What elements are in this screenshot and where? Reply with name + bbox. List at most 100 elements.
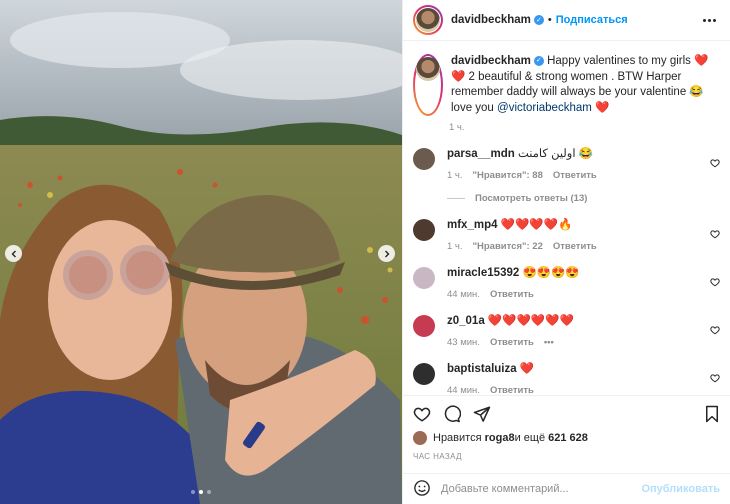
post-caption: davidbeckham ✓ Happy valentines to my gir… xyxy=(413,41,720,116)
post-actions-bar xyxy=(403,395,730,431)
comment-time[interactable]: 43 мин. xyxy=(447,337,480,348)
comment-like-button[interactable] xyxy=(710,324,720,338)
commenter-username[interactable]: parsa__mdn xyxy=(447,148,515,160)
comment-time[interactable]: 44 мин. xyxy=(447,289,480,300)
comments-list[interactable]: davidbeckham ✓ Happy valentines to my gir… xyxy=(403,41,730,395)
heart-icon xyxy=(710,159,720,168)
comment-time[interactable]: 1 ч. xyxy=(447,241,463,252)
post-side-panel: davidbeckham ✓ • Подписаться davidbeckha… xyxy=(402,0,730,504)
commenter-avatar[interactable] xyxy=(413,219,435,241)
comment-row: baptistaluiza ❤️ 44 мин. Ответить xyxy=(413,362,720,395)
separator-dot: • xyxy=(547,14,552,26)
comment-like-button[interactable] xyxy=(710,228,720,242)
carousel-dot xyxy=(207,490,211,494)
reply-button[interactable]: Ответить xyxy=(490,337,534,348)
reply-button[interactable]: Ответить xyxy=(553,170,597,181)
liker-avatar xyxy=(413,431,427,445)
carousel-next-button[interactable] xyxy=(378,245,395,262)
comment-text: ❤️ xyxy=(516,363,535,375)
heart-icon xyxy=(710,374,720,383)
comment-text: ❤️❤️❤️❤️🔥 xyxy=(497,219,573,231)
likes-summary: Нравится roga8 и ещё 621 628 xyxy=(413,431,720,445)
likes-user[interactable]: roga8 xyxy=(485,432,515,444)
comment-text: 😍😍😍😍 xyxy=(519,267,580,279)
publish-button[interactable]: Опубликовать xyxy=(641,483,720,495)
comment-bubble-icon xyxy=(444,404,461,422)
comment-row: miracle15392 😍😍😍😍 44 мин. Ответить xyxy=(413,266,720,300)
commenter-avatar[interactable] xyxy=(413,148,435,170)
more-dot-icon xyxy=(703,18,706,22)
post-photo[interactable] xyxy=(0,0,402,504)
photo-image xyxy=(0,0,402,504)
commenter-avatar[interactable] xyxy=(413,267,435,289)
comment-time[interactable]: 44 мин. xyxy=(447,385,480,395)
comment-like-button[interactable] xyxy=(710,157,720,171)
author-avatar[interactable] xyxy=(413,5,443,35)
replies-line xyxy=(447,198,465,199)
comment-likes[interactable]: "Нравится": 88 xyxy=(473,170,543,181)
posted-time: ЧАС НАЗАД xyxy=(413,452,462,461)
reply-button[interactable]: Ответить xyxy=(490,289,534,300)
heart-icon xyxy=(710,230,720,239)
caption-mention-link[interactable]: @victoriabeckham xyxy=(497,102,592,114)
comment-like-button[interactable] xyxy=(710,372,720,386)
comment-row: mfx_mp4 ❤️❤️❤️❤️🔥 1 ч. "Нравится": 22 Ответ… xyxy=(413,218,720,252)
likes-prefix: Нравится xyxy=(433,432,482,444)
commenter-username[interactable]: z0_01a xyxy=(447,315,485,327)
more-options-button[interactable] xyxy=(699,15,720,26)
caption-suffix: ❤️ xyxy=(591,101,610,114)
carousel-dot xyxy=(191,490,195,494)
comment-meta: 1 ч. "Нравится": 22 Ответить xyxy=(447,241,720,252)
add-comment-bar: Опубликовать xyxy=(403,473,730,504)
comment-button[interactable] xyxy=(443,404,461,423)
save-button[interactable] xyxy=(704,405,720,423)
more-dot-icon xyxy=(713,18,716,22)
commenter-username[interactable]: baptistaluiza xyxy=(447,363,517,375)
comment-text: اولین کامنت 😂 xyxy=(514,148,594,160)
likes-count[interactable]: 621 628 xyxy=(548,432,588,444)
likes-middle: и ещё xyxy=(514,432,546,444)
comment-meta: 44 мин. Ответить xyxy=(447,385,720,395)
comment-like-button[interactable] xyxy=(710,276,720,290)
comment-row: parsa__mdn اولین کامنت 😂 1 ч. "Нравится": … xyxy=(413,147,720,181)
comment-text: ❤️❤️❤️❤️❤️❤️ xyxy=(484,315,574,327)
commenter-avatar[interactable] xyxy=(413,363,435,385)
commenter-username[interactable]: miracle15392 xyxy=(447,267,519,279)
author-username[interactable]: davidbeckham xyxy=(451,14,531,26)
comment-more-button[interactable]: ••• xyxy=(544,337,554,348)
carousel-indicator xyxy=(0,490,402,494)
view-replies-button[interactable]: Посмотреть ответы (13) xyxy=(447,193,720,204)
view-replies-label: Посмотреть ответы (13) xyxy=(475,193,588,204)
caption-avatar[interactable] xyxy=(413,54,443,116)
send-icon xyxy=(473,406,491,422)
chevron-left-icon xyxy=(11,250,16,257)
comment-time[interactable]: 1 ч. xyxy=(447,170,463,181)
comment-container: parsa__mdn اولین کامنت 😂 1 ч. "Нравится": … xyxy=(413,147,720,395)
comment-meta: 44 мин. Ответить xyxy=(447,289,720,300)
heart-icon xyxy=(710,278,720,287)
commenter-avatar[interactable] xyxy=(413,315,435,337)
like-button[interactable] xyxy=(413,405,431,423)
follow-button[interactable]: Подписаться xyxy=(556,14,628,26)
verified-icon: ✓ xyxy=(533,15,544,25)
more-dot-icon xyxy=(708,18,711,22)
emoji-button[interactable] xyxy=(413,479,431,500)
commenter-username[interactable]: mfx_mp4 xyxy=(447,219,498,231)
bookmark-icon xyxy=(706,405,718,422)
chevron-right-icon xyxy=(384,250,389,257)
carousel-prev-button[interactable] xyxy=(5,245,22,262)
share-button[interactable] xyxy=(473,405,491,423)
heart-icon xyxy=(710,326,720,335)
comment-meta: 1 ч. "Нравится": 88 Ответить xyxy=(447,170,720,181)
comment-meta: 43 мин. Ответить ••• xyxy=(447,337,720,348)
post-header: davidbeckham ✓ • Подписаться xyxy=(403,0,730,41)
reply-button[interactable]: Ответить xyxy=(490,385,534,395)
comment-input[interactable] xyxy=(441,483,642,495)
comment-row: z0_01a ❤️❤️❤️❤️❤️❤️ 43 мин. Ответить ••• xyxy=(413,314,720,348)
reply-button[interactable]: Ответить xyxy=(553,241,597,252)
caption-username[interactable]: davidbeckham xyxy=(451,55,531,67)
smiley-icon xyxy=(414,479,430,496)
verified-icon: ✓ xyxy=(533,55,544,66)
comment-likes[interactable]: "Нравится": 22 xyxy=(473,241,543,252)
heart-icon xyxy=(413,407,431,422)
